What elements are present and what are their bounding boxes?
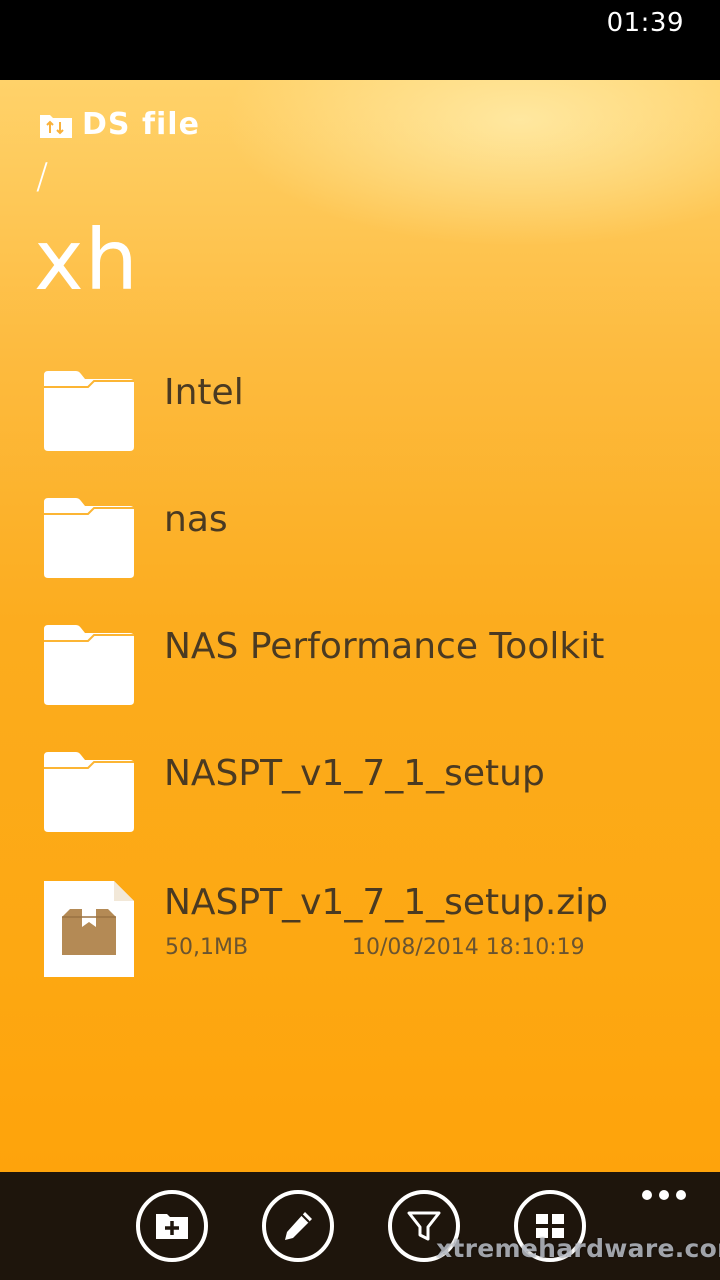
ds-file-logo-icon xyxy=(40,115,72,138)
page-title: xh xyxy=(34,211,139,309)
file-date: 10/08/2014 18:10:19 xyxy=(352,935,585,960)
list-item-folder-naspt-setup[interactable]: NASPT_v1_7_1_setup xyxy=(0,744,720,871)
add-folder-button[interactable] xyxy=(136,1190,208,1262)
filter-button[interactable] xyxy=(388,1190,460,1262)
view-grid-button[interactable] xyxy=(514,1190,586,1262)
filter-icon xyxy=(407,1211,441,1241)
folder-icon xyxy=(44,625,134,705)
list-item-file-naspt-setup-zip[interactable]: NASPT_v1_7_1_setup.zip 50,1MB 10/08/2014… xyxy=(0,871,720,998)
folder-icon xyxy=(44,498,134,578)
folder-icon xyxy=(44,371,134,451)
app-logo-text: DS file xyxy=(82,107,200,142)
view-grid-icon xyxy=(536,1214,564,1238)
folder-icon xyxy=(44,752,134,832)
item-name: nas xyxy=(164,499,228,540)
dot-icon xyxy=(676,1190,686,1200)
status-time: 01:39 xyxy=(606,8,684,38)
archive-file-icon xyxy=(44,881,134,977)
list-item-folder-nas-performance-toolkit[interactable]: NAS Performance Toolkit xyxy=(0,617,720,744)
item-name: NASPT_v1_7_1_setup.zip xyxy=(164,882,609,923)
dot-icon xyxy=(659,1190,669,1200)
breadcrumb[interactable]: / xyxy=(36,156,48,197)
item-name: NAS Performance Toolkit xyxy=(164,626,605,667)
item-name: NASPT_v1_7_1_setup xyxy=(164,753,545,794)
item-name: Intel xyxy=(164,372,244,413)
app-area: DS file / xh Intel nas NAS Performance T… xyxy=(0,80,720,1172)
list-item-folder-intel[interactable]: Intel xyxy=(0,363,720,490)
list-item-folder-nas[interactable]: nas xyxy=(0,490,720,617)
app-logo: DS file xyxy=(38,110,200,140)
status-bar: 01:39 xyxy=(0,0,720,80)
file-list: Intel nas NAS Performance Toolkit NASPT_… xyxy=(0,363,720,998)
dot-icon xyxy=(642,1190,652,1200)
file-size: 50,1MB xyxy=(165,935,249,960)
edit-button[interactable] xyxy=(262,1190,334,1262)
edit-icon xyxy=(285,1212,312,1240)
more-options-button[interactable] xyxy=(642,1190,686,1202)
add-folder-icon xyxy=(156,1214,188,1239)
app-bar xyxy=(0,1172,720,1280)
